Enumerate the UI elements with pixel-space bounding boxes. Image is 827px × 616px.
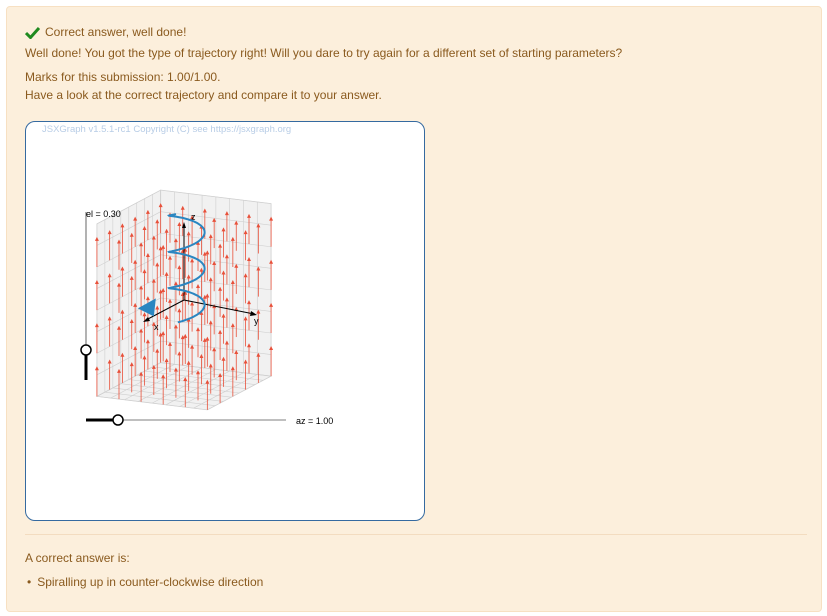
az-slider-handle[interactable] <box>112 414 124 426</box>
status-text: Correct answer, well done! <box>45 25 187 39</box>
answer-text: Spiralling up in counter-clockwise direc… <box>37 575 264 589</box>
az-label: az = 1.00 <box>296 416 333 426</box>
divider <box>25 534 807 535</box>
y-axis-label: y <box>254 316 259 326</box>
el-label: el = 0.30 <box>86 209 121 219</box>
feedback-message: Well done! You got the type of trajector… <box>25 46 623 60</box>
bullet-marker: • <box>27 575 32 589</box>
feedback-panel: Correct answer, well done! Well done! Yo… <box>6 6 822 612</box>
instruction-text: Have a look at the correct trajectory an… <box>25 88 382 102</box>
check-icon <box>25 26 40 39</box>
marks-text: Marks for this submission: 1.00/1.00. <box>25 70 221 84</box>
jsxgraph-board[interactable]: JSXGraph v1.5.1-rc1 Copyright (C) see ht… <box>25 121 425 521</box>
el-slider-handle[interactable] <box>80 344 92 356</box>
vector-field-plot[interactable]: z y x el = 0.30 az = 1.00 <box>26 122 424 520</box>
x-axis-label: x <box>154 322 159 332</box>
correct-answer-heading: A correct answer is: <box>25 551 130 565</box>
answer-list-item: • Spiralling up in counter-clockwise dir… <box>27 574 263 590</box>
status-line: Correct answer, well done! <box>25 24 186 40</box>
